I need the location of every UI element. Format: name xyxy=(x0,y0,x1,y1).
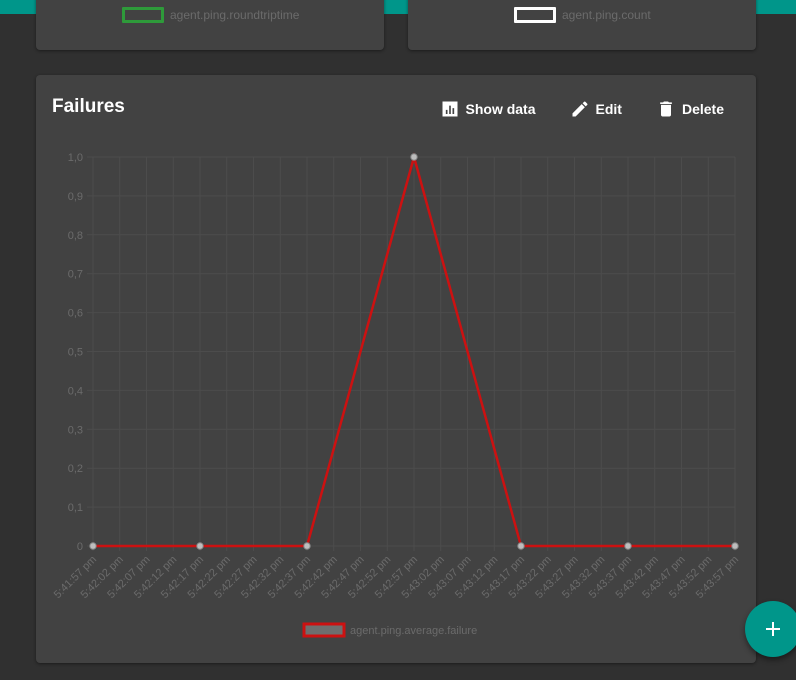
add-fab-button[interactable] xyxy=(745,601,796,657)
y-tick-label: 0,8 xyxy=(68,230,83,242)
data-point xyxy=(624,542,632,550)
x-axis: 5:41:57 pm5:42:02 pm5:42:07 pm5:42:12 pm… xyxy=(52,554,741,601)
card-count: agent.ping.count xyxy=(408,0,756,50)
legend-swatch xyxy=(122,7,164,23)
y-tick-label: 0,7 xyxy=(68,269,83,281)
y-tick-label: 0,1 xyxy=(68,502,83,514)
chart-grid xyxy=(87,156,736,551)
card-roundtriptime: agent.ping.roundtriptime xyxy=(36,0,384,50)
y-tick-label: 0 xyxy=(77,541,83,553)
legend-label: agent.ping.roundtriptime xyxy=(170,8,300,22)
y-axis: 0 0,1 0,2 0,3 0,4 0,5 0,6 0,7 0,8 0,9 1,0 xyxy=(68,152,83,553)
data-point xyxy=(89,542,97,550)
legend-swatch xyxy=(302,622,346,638)
y-tick-label: 1,0 xyxy=(68,152,83,164)
y-tick-label: 0,5 xyxy=(68,347,83,359)
y-tick-label: 0,6 xyxy=(68,308,83,320)
y-tick-label: 0,9 xyxy=(68,191,83,203)
data-point xyxy=(517,542,525,550)
data-point xyxy=(731,542,739,550)
legend-swatch xyxy=(514,7,556,23)
y-tick-label: 0,2 xyxy=(68,463,83,475)
legend-label: agent.ping.average.failure xyxy=(350,625,477,637)
plus-icon xyxy=(766,622,780,636)
legend-roundtriptime[interactable]: agent.ping.roundtriptime xyxy=(122,7,299,23)
data-point xyxy=(410,153,418,161)
data-point xyxy=(303,542,311,550)
data-point xyxy=(196,542,204,550)
legend-count[interactable]: agent.ping.count xyxy=(514,7,651,23)
y-tick-label: 0,4 xyxy=(68,385,83,397)
chart-legend: agent.ping.average.failure xyxy=(302,622,477,638)
legend-label: agent.ping.count xyxy=(562,8,651,22)
y-tick-label: 0,3 xyxy=(68,424,83,436)
failures-card: Failures Show data Edit Delete 0 0,1 0,2 0,… xyxy=(36,75,756,663)
failures-line-chart: 0 0,1 0,2 0,3 0,4 0,5 0,6 0,7 0,8 0,9 1,0 5:41:57 … xyxy=(52,152,741,638)
